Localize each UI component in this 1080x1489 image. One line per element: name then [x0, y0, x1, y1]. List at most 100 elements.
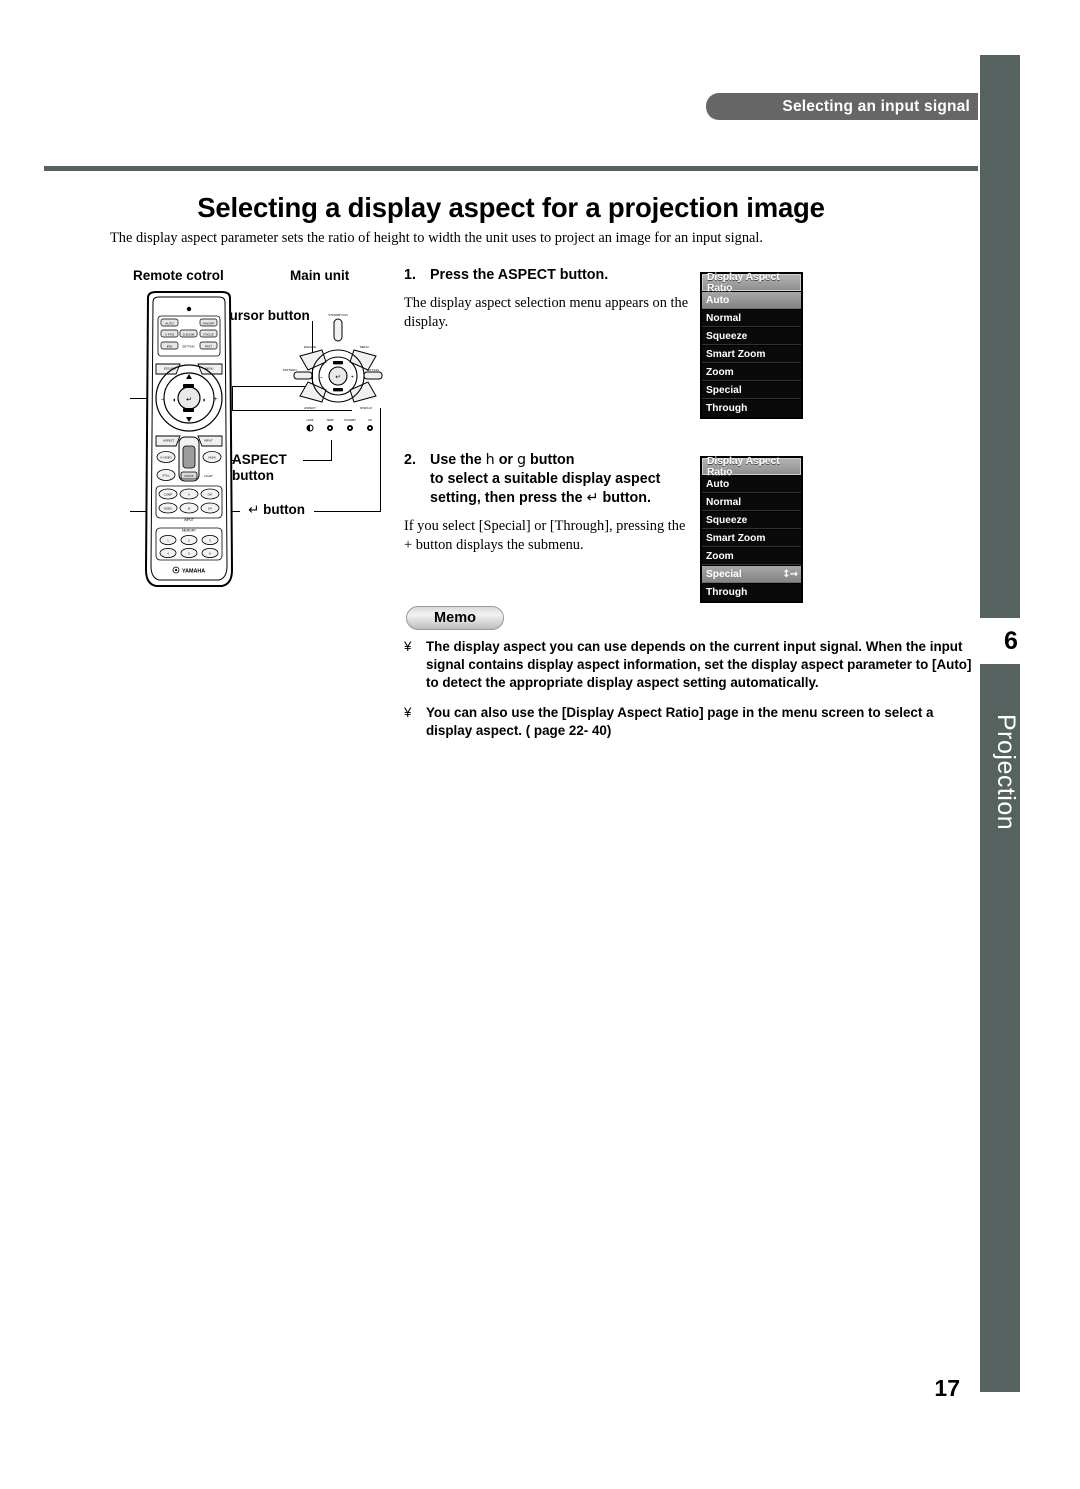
- osd-item-label: Special: [706, 568, 742, 580]
- osd-item-label: Zoom: [706, 366, 734, 378]
- osd-menu-1-item-squeeze[interactable]: Squeeze: [702, 328, 801, 345]
- running-head-badge: Selecting an input signal: [706, 93, 978, 120]
- svg-text:ASPECT: ASPECT: [304, 406, 316, 410]
- svg-text:INPUT: INPUT: [184, 518, 194, 522]
- step-2-heading: 2. Use the h or g button to select a sui…: [404, 451, 692, 508]
- enter-glyph-icon: ↵: [586, 489, 599, 506]
- svg-text:COMP: COMP: [164, 493, 173, 497]
- svg-text:↵: ↵: [186, 396, 192, 404]
- osd-menu-1[interactable]: Display Aspect Ratio Auto Normal Squeeze…: [700, 272, 803, 419]
- svg-text:MEMORY: MEMORY: [182, 529, 197, 533]
- osd-menu-2-item-auto[interactable]: Auto: [702, 476, 801, 493]
- leader-line-aspect: [303, 460, 331, 461]
- osd-menu-1-item-zoom[interactable]: Zoom: [702, 364, 801, 381]
- callout-enter-button: ↵ button: [248, 502, 305, 519]
- osd-item-label: Squeeze: [706, 330, 748, 342]
- svg-text:D4: D4: [208, 507, 212, 511]
- memo-label-pill: Memo: [406, 606, 504, 630]
- svg-text:+: +: [214, 397, 218, 403]
- svg-text:INPUT: INPUT: [204, 439, 213, 443]
- svg-text:FOCUS: FOCUS: [184, 474, 193, 478]
- running-head-text: Selecting an input signal: [782, 97, 970, 115]
- svg-text:B: B: [188, 507, 190, 511]
- osd-item-label: Through: [706, 587, 748, 598]
- osd-menu-1-item-special[interactable]: Special: [702, 382, 801, 399]
- svg-text:◗: ◗: [202, 397, 206, 404]
- memo-bullet-icon: ¥: [404, 704, 412, 720]
- memo-item-text: You can also use the [Display Aspect Rat…: [426, 704, 934, 738]
- svg-text:PATTERN: PATTERN: [283, 368, 297, 372]
- svg-text:IRIS: IRIS: [167, 344, 173, 348]
- osd-item-label: Smart Zoom: [706, 348, 766, 360]
- step-2-body: If you select [Special] or [Through], pr…: [404, 517, 686, 553]
- svg-text:LAMP: LAMP: [306, 418, 313, 422]
- osd-menu-2[interactable]: Display Aspect Ratio Auto Normal Squeeze…: [700, 456, 803, 603]
- osd-item-label: Normal: [706, 496, 742, 508]
- step-1-heading: 1. Press the ASPECT button.: [404, 266, 692, 285]
- osd-item-label: Normal: [706, 312, 742, 324]
- step-2-heading-line2: to select a suitable display aspect: [430, 470, 661, 487]
- svg-text:+: +: [351, 375, 354, 381]
- osd-menu-2-item-squeeze[interactable]: Squeeze: [702, 512, 801, 529]
- osd-menu-2-item-zoom[interactable]: Zoom: [702, 548, 801, 565]
- svg-text:S-VIDEO: S-VIDEO: [160, 456, 172, 460]
- step-2-number: 2.: [404, 452, 416, 468]
- svg-text:ESCAPE: ESCAPE: [304, 345, 316, 349]
- svg-text:VIDEO: VIDEO: [164, 507, 174, 511]
- osd-menu-2-item-through[interactable]: Through: [702, 584, 801, 601]
- memo-item: ¥ You can also use the [Display Aspect R…: [404, 704, 980, 740]
- svg-text:LIGHT: LIGHT: [204, 474, 213, 478]
- svg-text:D.ZOOM: D.ZOOM: [183, 332, 195, 336]
- step-2-heading-part1: Use the: [430, 452, 482, 468]
- svg-text:YAMAHA: YAMAHA: [182, 569, 205, 575]
- osd-menu-2-title: Display Aspect Ratio: [702, 456, 801, 478]
- svg-text:–: –: [320, 375, 323, 381]
- osd-menu-1-item-smart-zoom[interactable]: Smart Zoom: [702, 346, 801, 363]
- step-2-heading-text: Use the h or g button to select a suitab…: [430, 451, 660, 508]
- step-2: 2. Use the h or g button to select a sui…: [404, 451, 692, 555]
- svg-text:A: A: [188, 493, 190, 497]
- osd-menu-2-item-smart-zoom[interactable]: Smart Zoom: [702, 530, 801, 547]
- svg-text:DISPLAY: DISPLAY: [360, 406, 372, 410]
- step-2-heading-line3-post: button.: [602, 489, 651, 506]
- memo-item-text: The display aspect you can use depends o…: [426, 639, 972, 691]
- osd-menu-1-item-normal[interactable]: Normal: [702, 310, 801, 327]
- remote-control-label: Remote cotrol: [133, 268, 224, 283]
- page-number: 17: [934, 1375, 960, 1401]
- memo-item: ¥ The display aspect you can use depends…: [404, 638, 980, 693]
- svg-text:STANDBY: STANDBY: [344, 418, 356, 422]
- callout-enter-label: button: [263, 502, 306, 517]
- memo-bullet-icon: ¥: [404, 639, 412, 654]
- chapter-name-vertical: Projection: [992, 713, 1020, 831]
- osd-item-label: Auto: [706, 294, 730, 306]
- cursor-right-glyph-icon: g: [516, 452, 527, 468]
- osd-menu-1-item-auto[interactable]: Auto: [702, 292, 801, 309]
- svg-text:HDMI: HDMI: [208, 456, 215, 460]
- osd-menu-1-title: Display Aspect Ratio: [702, 272, 801, 294]
- svg-text:ON: ON: [368, 418, 372, 422]
- page-title: Selecting a display aspect for a project…: [197, 192, 825, 223]
- osd-item-indicator: ↕→: [782, 568, 798, 580]
- main-unit-illustration: STANDBY/ON ↵ – + ESCAPE MENU PATTERN SET…: [283, 313, 383, 432]
- osd-item-label: Smart Zoom: [706, 532, 766, 544]
- svg-text:SETTING: SETTING: [182, 344, 195, 348]
- osd-item-label: Through: [706, 403, 748, 414]
- svg-text:FOCUS: FOCUS: [203, 332, 213, 336]
- svg-text:SETTING: SETTING: [366, 368, 380, 372]
- main-unit-label: Main unit: [290, 268, 350, 283]
- intro-paragraph: The display aspect parameter sets the ra…: [110, 230, 763, 246]
- osd-menu-2-item-special[interactable]: Special ↕→: [702, 566, 801, 583]
- remote-control-illustration: AUTO ON/OFF V. POS D.ZOOM FOCUS IRIS SET…: [144, 291, 234, 587]
- svg-text:◖: ◖: [172, 397, 176, 404]
- step-2-heading-or: or: [498, 452, 513, 468]
- title-divider: [44, 166, 978, 171]
- svg-text:ASPECT: ASPECT: [163, 439, 175, 443]
- step-1: 1. Press the ASPECT button. The display …: [404, 266, 692, 332]
- svg-text:TEMP: TEMP: [326, 418, 333, 422]
- svg-text:STILL: STILL: [162, 474, 170, 478]
- osd-menu-1-item-through[interactable]: Through: [702, 400, 801, 417]
- svg-text:STANDBY/ON: STANDBY/ON: [328, 313, 347, 317]
- leader-line-enter: [314, 511, 380, 512]
- osd-item-label: Auto: [706, 478, 730, 490]
- osd-menu-2-item-normal[interactable]: Normal: [702, 494, 801, 511]
